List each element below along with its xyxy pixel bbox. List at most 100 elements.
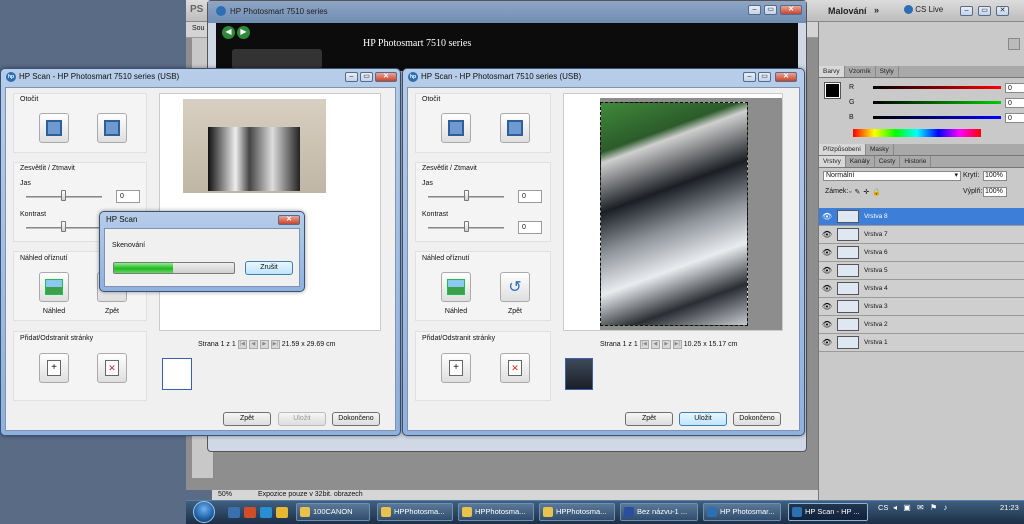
undo-crop-button[interactable]: ↺ — [500, 272, 530, 302]
contrast-knob[interactable] — [464, 221, 469, 232]
language-indicator[interactable]: CS — [878, 503, 888, 512]
tray-icons[interactable]: ◂ ▣ ✉ ⚑ ♪ — [893, 503, 949, 512]
back-arrow-icon[interactable]: ◀ — [222, 26, 235, 39]
browser-icon[interactable] — [260, 507, 272, 518]
remove-page-button[interactable]: ✕ — [500, 353, 530, 383]
red-slider[interactable] — [873, 86, 1001, 89]
layer-row[interactable]: 👁 Vrstva 2 — [819, 316, 1024, 334]
maximize-button[interactable]: ▭ — [360, 72, 373, 82]
progress-close-button[interactable]: ✕ — [278, 215, 300, 225]
green-slider[interactable] — [873, 101, 1001, 104]
preview-button[interactable] — [39, 272, 69, 302]
close-button[interactable]: ✕ — [775, 72, 797, 82]
show-desktop-icon[interactable] — [228, 507, 240, 518]
preview-button[interactable] — [441, 272, 471, 302]
eye-icon[interactable]: 👁 — [819, 248, 835, 257]
layer-row[interactable]: 👁 Vrstva 1 — [819, 334, 1024, 352]
clock[interactable]: 21:23 — [1000, 503, 1019, 512]
next-page-icon[interactable]: ▶ — [259, 340, 269, 349]
prev-page-icon[interactable]: ◀ — [248, 340, 258, 349]
start-button[interactable] — [193, 501, 215, 523]
green-value[interactable]: 0 — [1005, 97, 1024, 108]
brightness-field[interactable]: 0 — [116, 190, 140, 203]
media-player-icon[interactable] — [244, 507, 256, 518]
taskbar-item[interactable]: HP Scan - HP ... — [788, 503, 868, 521]
first-page-icon[interactable]: |◀ — [237, 340, 247, 349]
add-page-button[interactable]: + — [441, 353, 471, 383]
taskbar-item[interactable]: HP Photosmar... — [703, 503, 781, 521]
first-page-icon[interactable]: |◀ — [639, 340, 649, 349]
next-page-icon[interactable]: ▶ — [661, 340, 671, 349]
more-workspaces-icon[interactable]: » — [874, 5, 879, 15]
eye-icon[interactable]: 👁 — [819, 302, 835, 311]
done-button[interactable]: Dokončeno — [332, 412, 380, 426]
folder-icon[interactable] — [276, 507, 288, 518]
page-thumbnail[interactable] — [565, 358, 593, 390]
layer-row[interactable]: 👁 Vrstva 7 — [819, 226, 1024, 244]
remove-page-button[interactable]: ✕ — [97, 353, 127, 383]
forward-arrow-icon[interactable]: ▶ — [237, 26, 250, 39]
cancel-button[interactable]: Zrušit — [245, 261, 293, 275]
back-button[interactable]: Zpět — [625, 412, 673, 426]
eye-icon[interactable]: 👁 — [819, 338, 835, 347]
ps-restore-button[interactable]: ▭ — [978, 6, 991, 16]
rotate-left-button[interactable] — [441, 113, 471, 143]
save-button[interactable]: Uložit — [679, 412, 727, 426]
tab-layers[interactable]: Vrstvy — [819, 156, 846, 167]
tab-adjustments[interactable]: Přizpůsobení — [819, 144, 866, 155]
ps-minimize-button[interactable]: – — [960, 6, 973, 16]
panel-icon[interactable] — [1008, 38, 1020, 50]
blend-mode-select[interactable]: Normální ▾ — [823, 171, 961, 181]
last-page-icon[interactable]: ▶| — [672, 340, 682, 349]
red-value[interactable]: 0 — [1005, 82, 1024, 93]
tab-channels[interactable]: Kanály — [846, 156, 875, 167]
fill-field[interactable]: 100% — [983, 187, 1007, 197]
eye-icon[interactable]: 👁 — [819, 230, 835, 239]
page-thumbnail[interactable] — [162, 358, 192, 390]
lock-icons[interactable]: ▫✎✛🔒 — [849, 188, 884, 196]
scan-preview-area[interactable] — [563, 93, 783, 331]
blue-value[interactable]: 0 — [1005, 112, 1024, 123]
hp-close-button[interactable]: ✕ — [780, 5, 802, 15]
workspace-name[interactable]: Malování — [828, 6, 867, 16]
done-button[interactable]: Dokončeno — [733, 412, 781, 426]
tab-styles[interactable]: Styly — [876, 66, 899, 77]
hp-maximize-button[interactable]: ▭ — [764, 5, 777, 15]
tab-masks[interactable]: Masky — [866, 144, 894, 155]
rotate-right-button[interactable] — [97, 113, 127, 143]
taskbar-item[interactable]: HPPhotosma... — [458, 503, 534, 521]
color-spectrum[interactable] — [853, 129, 981, 137]
blue-slider[interactable] — [873, 116, 1001, 119]
opacity-field[interactable]: 100% — [983, 171, 1007, 181]
prev-page-icon[interactable]: ◀ — [650, 340, 660, 349]
brightness-knob[interactable] — [464, 190, 469, 201]
minimize-button[interactable]: – — [743, 72, 756, 82]
maximize-button[interactable]: ▭ — [758, 72, 771, 82]
ps-close-button[interactable]: ✕ — [996, 6, 1009, 16]
layer-row[interactable]: 👁 Vrstva 6 — [819, 244, 1024, 262]
tab-colors[interactable]: Barvy — [819, 66, 845, 77]
taskbar-item[interactable]: HPPhotosma... — [377, 503, 453, 521]
contrast-knob[interactable] — [61, 221, 66, 232]
ps-doc-tab[interactable]: Sou — [192, 25, 204, 32]
taskbar-item[interactable]: HPPhotosma... — [539, 503, 615, 521]
rotate-left-button[interactable] — [39, 113, 69, 143]
zoom-level[interactable]: 50% — [218, 491, 232, 498]
last-page-icon[interactable]: ▶| — [270, 340, 280, 349]
tab-paths[interactable]: Cesty — [875, 156, 901, 167]
layer-row[interactable]: 👁 Vrstva 8 — [819, 208, 1024, 226]
taskbar-item[interactable]: Bez názvu-1 ... — [620, 503, 698, 521]
close-button[interactable]: ✕ — [375, 72, 397, 82]
rotate-right-button[interactable] — [500, 113, 530, 143]
back-button[interactable]: Zpět — [223, 412, 271, 426]
save-button[interactable]: Uložit — [278, 412, 326, 426]
add-page-button[interactable]: + — [39, 353, 69, 383]
eye-icon[interactable]: 👁 — [819, 284, 835, 293]
layer-row[interactable]: 👁 Vrstva 3 — [819, 298, 1024, 316]
contrast-field[interactable]: 0 — [518, 221, 542, 234]
taskbar-item[interactable]: 100CANON — [296, 503, 370, 521]
layer-row[interactable]: 👁 Vrstva 5 — [819, 262, 1024, 280]
layer-row[interactable]: 👁 Vrstva 4 — [819, 280, 1024, 298]
hp-minimize-button[interactable]: – — [748, 5, 761, 15]
eye-icon[interactable]: 👁 — [819, 266, 835, 275]
